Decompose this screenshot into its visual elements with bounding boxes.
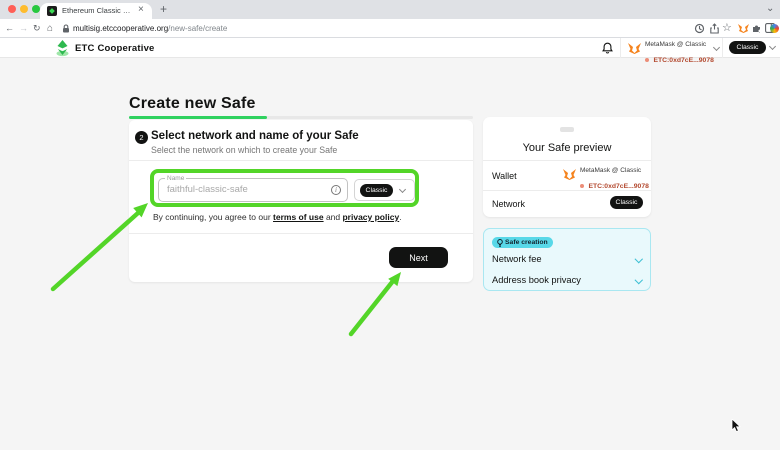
minimize-window-button[interactable] [20, 5, 28, 13]
browser-window: Ethereum Classic multisig – Cr × + ⌄ ← →… [0, 0, 780, 450]
preview-network-label: Network [492, 199, 525, 209]
reload-icon[interactable]: ↻ [33, 23, 41, 34]
url-path: /new-safe/create [168, 24, 227, 33]
wallet-address-row: ETC:0xd7cE...9078 [645, 49, 714, 67]
safe-name-input[interactable] [167, 184, 317, 195]
preview-network-pill: Classic [610, 196, 643, 209]
next-button[interactable]: Next [389, 247, 448, 268]
header-network-switcher[interactable]: Classic [729, 41, 766, 54]
metamask-fox-icon [563, 168, 576, 180]
safe-name-field[interactable]: Name i [158, 178, 348, 202]
tab-search-chevron-icon[interactable]: ⌄ [766, 4, 774, 14]
mouse-cursor [731, 419, 743, 433]
lightbulb-icon [497, 239, 503, 247]
preview-identicon [580, 184, 584, 188]
step-subtitle: Select the network on which to create yo… [151, 145, 337, 155]
network-fee-accordion[interactable]: Network fee [492, 254, 542, 264]
terms-text: By continuing, you agree to our terms of… [153, 212, 402, 222]
preview-wallet-name: MetaMask @ Classic [580, 167, 641, 174]
page-title: Create new Safe [129, 95, 256, 113]
wallet-identicon [645, 58, 649, 62]
etc-logo-icon [55, 40, 70, 57]
metamask-fox-icon [628, 42, 641, 54]
step-title: Select network and name of your Safe [151, 130, 359, 142]
zoom-window-button[interactable] [32, 5, 40, 13]
tab-favicon [47, 6, 57, 16]
preview-wallet-label: Wallet [492, 171, 517, 181]
url-domain: multisig.etccooperative.org [73, 24, 168, 33]
network-select-chevron-icon [399, 185, 406, 192]
address-book-chevron-icon[interactable] [635, 276, 643, 284]
network-select-value: Classic [360, 184, 393, 197]
safe-creation-panel: Safe creation Network fee Address book p… [483, 228, 651, 291]
connected-wallet-button[interactable]: MetaMask @ Classic ETC:0xd7cE...9078 [626, 39, 722, 57]
info-icon[interactable]: i [331, 185, 341, 195]
forward-icon[interactable]: → [19, 23, 28, 33]
tab-title: Ethereum Classic multisig – Cr [62, 6, 134, 15]
lock-icon [62, 24, 70, 33]
progress-bar [129, 116, 473, 119]
safe-preview-card: Your Safe preview Wallet MetaMask @ Clas… [483, 117, 651, 217]
back-icon[interactable]: ← [5, 23, 14, 33]
privacy-policy-link[interactable]: privacy policy [342, 212, 399, 222]
notifications-bell-icon[interactable] [602, 42, 613, 54]
step-number-badge: 2 [135, 131, 148, 144]
create-safe-card: 2 Select network and name of your Safe S… [129, 120, 473, 282]
history-icon[interactable] [694, 23, 705, 34]
url-bar[interactable]: multisig.etccooperative.org/new-safe/cre… [73, 24, 227, 33]
preview-mini-badge [560, 127, 574, 132]
network-fee-chevron-icon[interactable] [635, 255, 643, 263]
bookmark-star-icon[interactable]: ☆ [722, 23, 732, 33]
wallet-name: MetaMask @ Classic [645, 41, 706, 48]
close-window-button[interactable] [8, 5, 16, 13]
wallet-address: ETC:0xd7cE...9078 [653, 57, 713, 64]
network-select[interactable]: Classic [354, 179, 415, 201]
browser-menu-icon[interactable]: ⋮ [776, 23, 780, 33]
brand-name[interactable]: ETC Cooperative [75, 43, 155, 54]
wallet-chevron-down-icon [713, 44, 720, 51]
safe-creation-badge: Safe creation [492, 237, 553, 248]
extensions-puzzle-icon[interactable] [752, 23, 762, 33]
new-tab-icon[interactable]: + [160, 4, 167, 14]
home-icon[interactable]: ⌂ [47, 23, 53, 34]
preview-title: Your Safe preview [483, 142, 651, 154]
address-book-privacy-accordion[interactable]: Address book privacy [492, 275, 581, 285]
preview-wallet-address: ETC:0xd7cE...9078 [588, 183, 648, 190]
metamask-extension-icon[interactable] [738, 23, 749, 33]
share-icon[interactable] [709, 23, 720, 34]
terms-of-use-link[interactable]: terms of use [273, 212, 324, 222]
tab-close-icon[interactable]: × [138, 5, 144, 15]
name-field-label: Name [165, 175, 186, 182]
